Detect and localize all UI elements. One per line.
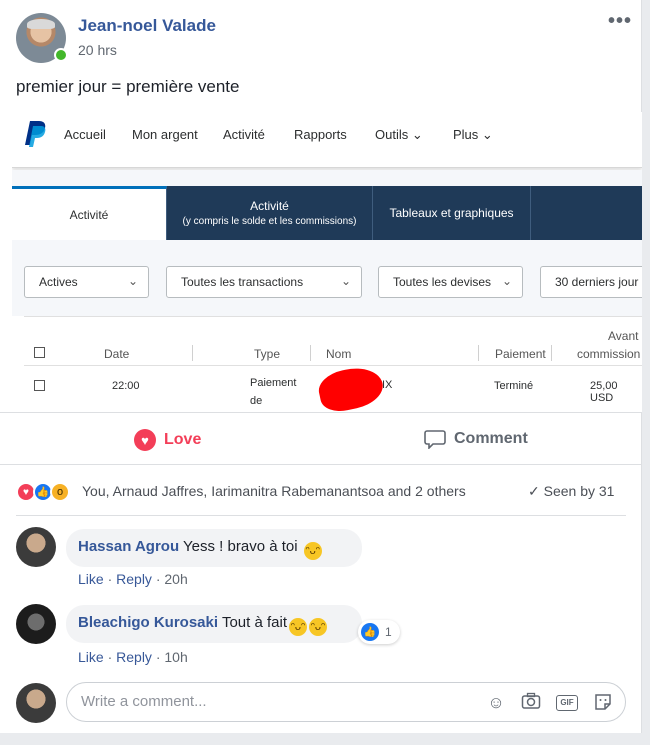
comment-like-button[interactable]: Like bbox=[78, 649, 104, 665]
paypal-tabbar: Activité Activité (y compris le solde et… bbox=[12, 186, 642, 240]
comment-like-count: 1 bbox=[385, 625, 392, 639]
online-status-dot bbox=[54, 48, 68, 62]
commenter-name[interactable]: Bleachigo Kurosaki bbox=[78, 614, 218, 631]
chevron-down-icon: ⌄ bbox=[127, 274, 138, 288]
comment-like-button[interactable]: Like bbox=[78, 571, 104, 587]
page-background bbox=[0, 733, 650, 745]
row-checkbox[interactable] bbox=[34, 380, 45, 391]
chevron-down-icon: ⌄ bbox=[340, 274, 351, 288]
row-nom-end: IX bbox=[382, 379, 393, 391]
col-date[interactable]: Date bbox=[104, 347, 129, 361]
heart-icon: ♥ bbox=[134, 429, 156, 451]
paypal-nav-outils[interactable]: Outils ⌄ bbox=[375, 127, 423, 143]
filter-currency-select[interactable]: Toutes les devises ⌄ bbox=[378, 266, 523, 298]
chevron-down-icon: ⌄ bbox=[481, 127, 493, 142]
comment-text: Yess ! bravo à toi bbox=[183, 538, 298, 555]
love-button[interactable]: ♥ Love bbox=[134, 429, 201, 451]
comment-reply-button[interactable]: Reply bbox=[116, 571, 152, 587]
comment-composer[interactable]: ☺ GIF bbox=[66, 682, 626, 722]
like-icon: 👍 bbox=[361, 623, 379, 641]
comment-icon bbox=[424, 430, 446, 449]
row-type-line2: de bbox=[250, 395, 263, 407]
paypal-spacer bbox=[12, 170, 642, 186]
col-avant-line1[interactable]: Avant bbox=[608, 329, 638, 343]
comment-meta: Like · Reply · 20h bbox=[78, 571, 188, 587]
commenter-avatar[interactable] bbox=[16, 527, 56, 567]
col-paiement[interactable]: Paiement bbox=[495, 347, 546, 361]
paypal-nav-activite[interactable]: Activité bbox=[223, 127, 265, 142]
comment-time[interactable]: 10h bbox=[164, 649, 187, 665]
transactions-table: Date Type Nom Paiement Avant commission … bbox=[24, 316, 642, 412]
tab-activite[interactable]: Activité bbox=[12, 186, 167, 240]
laughing-emoji-icon: ᵔᴗᵔ bbox=[303, 542, 322, 560]
paypal-nav-rapports[interactable]: Rapports bbox=[294, 127, 347, 142]
col-nom[interactable]: Nom bbox=[326, 347, 351, 361]
more-options-icon[interactable]: ••• bbox=[608, 10, 632, 33]
tears-of-joy-emoji-icon: ᵔᴗᵔ bbox=[309, 618, 327, 636]
row-montant: 25,00 USD bbox=[590, 380, 618, 404]
chevron-down-icon: ⌄ bbox=[411, 127, 423, 142]
love-label: Love bbox=[164, 431, 202, 448]
paypal-logo-icon bbox=[25, 121, 46, 147]
tab-activite-soldes[interactable]: Activité (y compris le solde et les comm… bbox=[167, 186, 373, 240]
tab-tableaux-graphiques[interactable]: Tableaux et graphiques bbox=[373, 186, 531, 240]
post-author[interactable]: Jean-noel Valade bbox=[78, 16, 216, 36]
select-all-checkbox[interactable] bbox=[34, 347, 45, 358]
paypal-nav: Accueil Mon argent Activité Rapports Out… bbox=[12, 112, 642, 168]
camera-icon[interactable] bbox=[520, 692, 542, 714]
paypal-filters: Actives ⌄ Toutes les transactions ⌄ Toutes… bbox=[12, 240, 642, 316]
row-type-line1: Paiement bbox=[250, 377, 297, 389]
post-text: premier jour = première vente bbox=[16, 77, 240, 96]
col-type[interactable]: Type bbox=[254, 347, 280, 361]
reaction-names[interactable]: You, Arnaud Jaffres, Iarimanitra Rabeman… bbox=[82, 483, 466, 499]
comment-reaction-badge[interactable]: 👍 1 bbox=[358, 620, 400, 644]
post-image[interactable]: Accueil Mon argent Activité Rapports Out… bbox=[12, 112, 642, 412]
comment-label: Comment bbox=[454, 430, 528, 447]
wow-icon: o bbox=[50, 482, 70, 502]
paypal-nav-plus[interactable]: Plus ⌄ bbox=[453, 127, 493, 143]
filter-type-select[interactable]: Toutes les transactions ⌄ bbox=[166, 266, 362, 298]
sticker-icon[interactable] bbox=[592, 692, 614, 714]
paypal-nav-accueil[interactable]: Accueil bbox=[64, 127, 106, 142]
post-time[interactable]: 20 hrs bbox=[78, 42, 117, 58]
comment-time[interactable]: 20h bbox=[164, 571, 187, 587]
commenter-avatar[interactable] bbox=[16, 604, 56, 644]
checkmark-icon: ✓ bbox=[528, 483, 540, 499]
col-divider bbox=[551, 345, 552, 361]
comment-bubble: Bleachigo Kurosaki Tout à fait ᵔᴗᵔ ᵔᴗᵔ bbox=[66, 605, 362, 643]
row-paiement: Terminé bbox=[494, 380, 534, 392]
row-date: 22:00 bbox=[112, 380, 140, 392]
gif-icon[interactable]: GIF bbox=[556, 695, 578, 711]
col-divider bbox=[478, 345, 479, 361]
redaction-scribble bbox=[315, 362, 387, 412]
filter-date-select[interactable]: 30 derniers jour bbox=[540, 266, 642, 298]
comment-text: Tout à fait bbox=[221, 614, 287, 631]
post-actions: ♥ Love Comment bbox=[0, 413, 642, 465]
tears-of-joy-emoji-icon: ᵔᴗᵔ bbox=[289, 618, 307, 636]
row-divider bbox=[24, 365, 642, 366]
comment-button[interactable]: Comment bbox=[424, 429, 528, 449]
col-divider bbox=[310, 345, 311, 361]
col-avant-line2[interactable]: commission bbox=[577, 347, 640, 361]
current-user-avatar[interactable] bbox=[16, 683, 56, 723]
comment-input[interactable] bbox=[81, 693, 461, 710]
col-divider bbox=[192, 345, 193, 361]
reaction-icons[interactable]: ♥ 👍 o bbox=[16, 482, 70, 502]
comment-meta: Like · Reply · 10h bbox=[78, 649, 188, 665]
commenter-name[interactable]: Hassan Agrou bbox=[78, 538, 179, 555]
post-card: Jean-noel Valade 20 hrs ••• premier jour… bbox=[0, 0, 642, 745]
chevron-down-icon: ⌄ bbox=[501, 274, 512, 288]
comment-reply-button[interactable]: Reply bbox=[116, 649, 152, 665]
filter-status-select[interactable]: Actives ⌄ bbox=[24, 266, 149, 298]
paypal-nav-mon-argent[interactable]: Mon argent bbox=[132, 127, 198, 142]
comment-bubble: Hassan Agrou Yess ! bravo à toi ᵔᴗᵔ bbox=[66, 529, 362, 567]
seen-by[interactable]: ✓ Seen by 31 bbox=[528, 483, 614, 500]
emoji-icon[interactable]: ☺ bbox=[485, 692, 507, 714]
divider bbox=[16, 515, 626, 516]
